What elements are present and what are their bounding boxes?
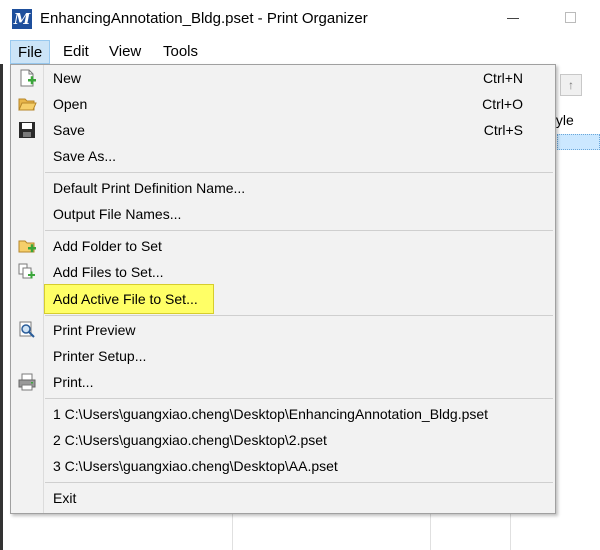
- menu-separator: [45, 315, 553, 316]
- printer-icon: [17, 372, 37, 392]
- menu-item-recent-file-2[interactable]: 2 C:\Users\guangxiao.cheng\Desktop\2.pse…: [11, 427, 555, 453]
- menu-separator: [45, 230, 553, 231]
- menu-item-default-print-definition-name[interactable]: Default Print Definition Name...: [11, 175, 555, 201]
- menu-item-new[interactable]: New Ctrl+N: [11, 65, 555, 91]
- save-disk-icon: [17, 120, 37, 140]
- minimize-icon[interactable]: [507, 18, 519, 19]
- menu-item-add-active-file-to-set[interactable]: Add Active File to Set...: [11, 286, 555, 312]
- menu-item-label: Default Print Definition Name...: [53, 180, 246, 196]
- left-edge: [0, 64, 3, 550]
- menu-item-open[interactable]: Open Ctrl+O: [11, 91, 555, 117]
- add-files-icon: [17, 262, 37, 282]
- menu-separator: [45, 482, 553, 483]
- menu-item-label: Save: [53, 122, 85, 138]
- menu-bar: File Edit View Tools: [10, 40, 600, 64]
- grid-line: [510, 514, 511, 550]
- menu-item-recent-file-3[interactable]: 3 C:\Users\guangxiao.cheng\Desktop\AA.ps…: [11, 453, 555, 479]
- menu-item-label: Output File Names...: [53, 206, 182, 222]
- menu-separator: [45, 172, 553, 173]
- menu-item-recent-file-1[interactable]: 1 C:\Users\guangxiao.cheng\Desktop\Enhan…: [11, 401, 555, 427]
- new-file-icon: [17, 68, 37, 88]
- microstation-logo-icon: M: [12, 9, 32, 29]
- title-bar: M EnhancingAnnotation_Bldg.pset - Print …: [0, 0, 600, 38]
- menu-item-label: Print Preview: [53, 322, 136, 338]
- up-arrow-icon[interactable]: ↑: [560, 74, 582, 96]
- file-menu-dropdown: New Ctrl+N Open Ctrl+O Save Ctrl+S Save …: [10, 64, 556, 514]
- menu-item-output-file-names[interactable]: Output File Names...: [11, 201, 555, 227]
- shortcut-label: Ctrl+O: [482, 96, 523, 112]
- maximize-icon[interactable]: [565, 12, 576, 23]
- menu-item-label: Print...: [53, 374, 94, 390]
- menu-view[interactable]: View: [102, 40, 148, 64]
- menu-item-label: Printer Setup...: [53, 348, 147, 364]
- open-folder-icon: [17, 94, 37, 114]
- menu-item-add-folder-to-set[interactable]: Add Folder to Set: [11, 233, 555, 259]
- menu-item-print-preview[interactable]: Print Preview: [11, 317, 555, 343]
- menu-item-save-as[interactable]: Save As...: [11, 143, 555, 169]
- menu-item-label: Add Active File to Set...: [53, 291, 198, 307]
- menu-item-print[interactable]: Print...: [11, 369, 555, 395]
- add-folder-icon: [17, 236, 37, 256]
- shortcut-label: Ctrl+S: [483, 122, 523, 138]
- menu-edit[interactable]: Edit: [56, 40, 96, 64]
- menu-tools[interactable]: Tools: [156, 40, 205, 64]
- menu-item-printer-setup[interactable]: Printer Setup...: [11, 343, 555, 369]
- menu-item-label: Add Folder to Set: [53, 238, 162, 254]
- menu-item-label: Exit: [53, 490, 77, 506]
- menu-separator: [45, 398, 553, 399]
- menu-item-label: 2 C:\Users\guangxiao.cheng\Desktop\2.pse…: [53, 432, 327, 448]
- menu-item-label: 3 C:\Users\guangxiao.cheng\Desktop\AA.ps…: [53, 458, 338, 474]
- background-list-area: [10, 514, 600, 550]
- shortcut-label: Ctrl+N: [482, 70, 523, 86]
- print-preview-icon: [17, 320, 37, 340]
- menu-item-label: Add Files to Set...: [53, 264, 164, 280]
- menu-item-save[interactable]: Save Ctrl+S: [11, 117, 555, 143]
- menu-item-label: Save As...: [53, 148, 117, 164]
- selected-row[interactable]: [557, 134, 600, 150]
- menu-item-exit[interactable]: Exit: [11, 485, 555, 511]
- menu-item-label: New: [53, 70, 82, 86]
- menu-item-label: 1 C:\Users\guangxiao.cheng\Desktop\Enhan…: [53, 406, 489, 422]
- menu-file[interactable]: File: [10, 40, 51, 64]
- window-title: EnhancingAnnotation_Bldg.pset - Print Or…: [40, 10, 368, 27]
- grid-line: [430, 514, 431, 550]
- menu-item-add-files-to-set[interactable]: Add Files to Set...: [11, 259, 555, 285]
- grid-line: [232, 514, 233, 550]
- menu-item-label: Open: [53, 96, 88, 112]
